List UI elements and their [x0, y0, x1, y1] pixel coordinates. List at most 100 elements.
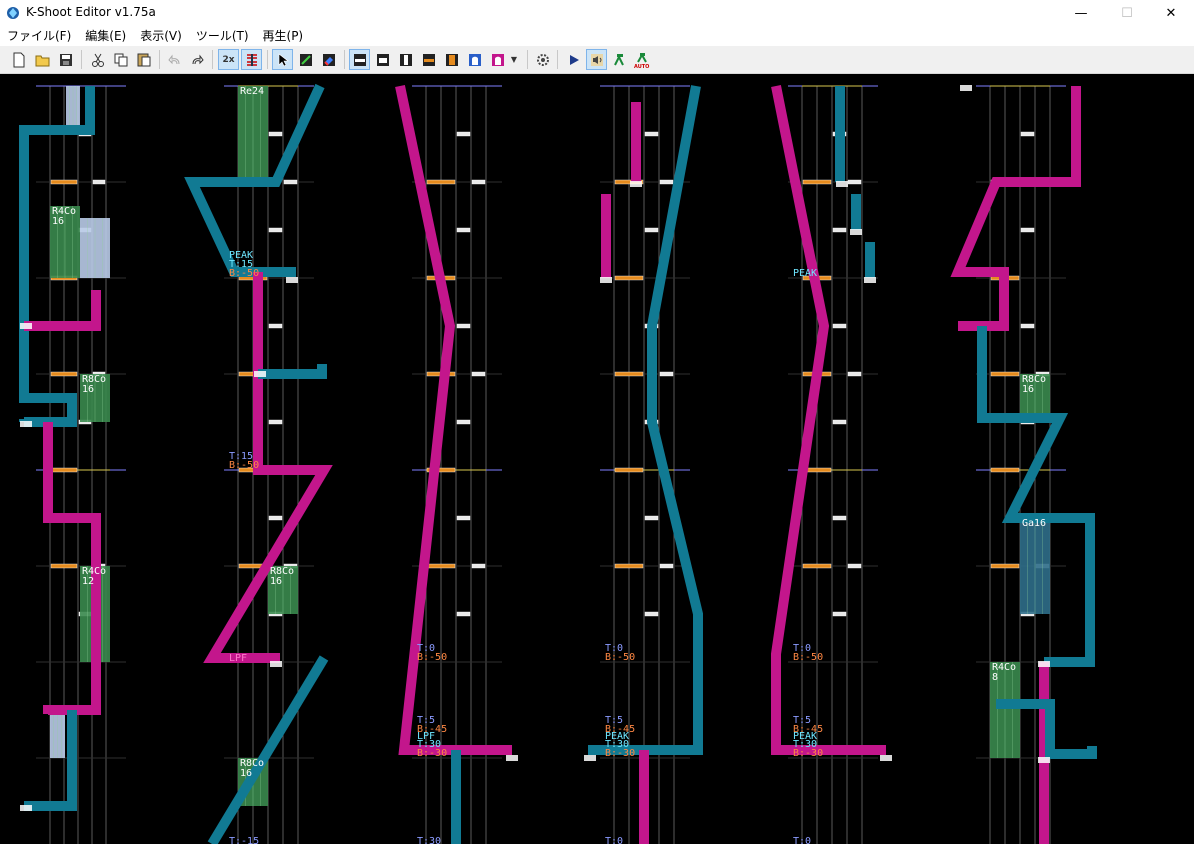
editor-label-line: 16 — [82, 384, 94, 395]
bt-chip — [832, 515, 847, 521]
editor-label-line: Re24 — [240, 86, 264, 97]
playback-person-icon — [613, 53, 624, 65]
menu-file[interactable]: ファイル(F) — [0, 27, 78, 46]
bt-chip — [832, 227, 847, 233]
minimize-button[interactable]: — — [1058, 0, 1104, 27]
title-bar: K-Shoot Editor v1.75a — ☐ ✕ — [0, 0, 1194, 27]
sound-toggle-button[interactable] — [586, 49, 607, 70]
chart-svg[interactable]: R4Co 16R8Co 16R4Co 12Re24PEAKT:15B:-50T:15B… — [0, 74, 1194, 844]
eraser-tool-button[interactable] — [318, 49, 339, 70]
fx-chip — [50, 371, 78, 377]
editor-label-line: 8 — [992, 672, 998, 683]
new-file-button[interactable] — [8, 49, 29, 70]
bt-chip — [659, 371, 674, 377]
menu-bar: ファイル(F) 編集(E) 表示(V) ツール(T) 再生(P) — [0, 27, 1194, 46]
bt-chip — [847, 371, 862, 377]
bt-chip — [456, 515, 471, 521]
undo-icon — [167, 54, 179, 64]
select-tool-button[interactable] — [272, 49, 293, 70]
toolbar-separator — [527, 50, 528, 69]
editor-label-line: PEAK — [793, 268, 817, 279]
playback-mode-button[interactable] — [609, 49, 630, 70]
undo-button[interactable] — [164, 49, 185, 70]
bt-chip — [456, 227, 471, 233]
beat-snap-icon — [246, 53, 257, 66]
save-button[interactable] — [55, 49, 76, 70]
bt-chip — [268, 131, 283, 137]
bt-chip — [471, 371, 486, 377]
laser-end-marker — [506, 755, 518, 761]
laser-end-marker — [584, 755, 596, 761]
menu-tools[interactable]: ツール(T) — [189, 27, 256, 46]
bt-chip — [456, 131, 471, 137]
zoom-2x-label: 2x — [222, 54, 235, 65]
beat-snap-button[interactable] — [241, 49, 262, 70]
redo-button[interactable] — [186, 49, 207, 70]
laser-end-marker — [630, 181, 642, 187]
copy-button[interactable] — [110, 49, 131, 70]
editor-label-line: B:-30 — [793, 748, 823, 759]
toolbar-separator — [344, 50, 345, 69]
laser-dropdown-button[interactable]: ▼ — [507, 49, 521, 70]
zoom-2x-button[interactable]: 2x — [218, 49, 239, 70]
editor-label-line: T:0 — [793, 836, 811, 844]
cut-button[interactable] — [87, 49, 108, 70]
chip-fx-button[interactable] — [418, 49, 439, 70]
long-bt-button[interactable] — [372, 49, 393, 70]
pen-tool-button[interactable] — [295, 49, 316, 70]
laser-left-button[interactable] — [464, 49, 485, 70]
laser-end-marker — [20, 421, 32, 427]
bt-chip-icon — [353, 53, 366, 66]
auto-play-button[interactable]: AUTO — [632, 49, 653, 70]
chart-editor-canvas[interactable]: R4Co 16 R8Co 16 R4Co 12 Re24 PEAK T:15 B:-50 T:15 B… — [0, 74, 1194, 844]
laser-end-marker — [836, 181, 848, 187]
fx-chip — [426, 179, 456, 185]
fx-chip — [50, 563, 78, 569]
chip-bt-button[interactable] — [349, 49, 370, 70]
minimize-icon: — — [1074, 6, 1088, 21]
editor-label: B:-30 — [793, 748, 823, 759]
toolbar-separator — [212, 50, 213, 69]
editor-label-line: 16 — [270, 576, 282, 587]
bt-chip — [268, 419, 283, 425]
menu-edit[interactable]: 編集(E) — [78, 27, 133, 46]
menu-view[interactable]: 表示(V) — [133, 27, 189, 46]
fx-chip-icon — [422, 53, 435, 66]
new-file-icon — [13, 52, 24, 67]
bt-chip — [1020, 323, 1035, 329]
long-fx-button[interactable] — [441, 49, 462, 70]
play-button[interactable] — [563, 49, 584, 70]
laser-right-button[interactable] — [487, 49, 508, 70]
laser-end-marker — [270, 661, 282, 667]
editor-label-line: LPF — [229, 653, 247, 664]
paste-icon — [137, 53, 150, 67]
bt-chip — [832, 419, 847, 425]
editor-label-line: 16 — [240, 768, 252, 779]
bt-long-icon — [376, 53, 389, 66]
close-button[interactable]: ✕ — [1148, 0, 1194, 27]
editor-label: LPF — [229, 653, 247, 664]
bt-chip — [847, 179, 862, 185]
open-file-button[interactable] — [32, 49, 53, 70]
bt-chip — [268, 515, 283, 521]
fx-chip — [614, 467, 644, 473]
laser-end-marker — [864, 277, 876, 283]
laser-end-marker — [1038, 757, 1050, 763]
editor-label: PEAK — [793, 268, 817, 279]
editor-label-line: T:-15 — [229, 836, 259, 844]
bt-chip — [644, 515, 659, 521]
paste-button[interactable] — [133, 49, 154, 70]
auto-label: AUTO — [634, 64, 650, 70]
laser-end-marker — [850, 229, 862, 235]
toolbar: 2x ▼ AUTO — [0, 46, 1194, 74]
laser-end-marker — [254, 371, 266, 377]
maximize-button[interactable]: ☐ — [1104, 0, 1150, 27]
settings-button[interactable] — [532, 49, 553, 70]
fx-chip — [990, 563, 1020, 569]
editor-label-line: T:0 — [605, 836, 623, 844]
laser-right-path — [24, 290, 101, 331]
bt-chip — [456, 611, 471, 617]
editor-label-line: 16 — [52, 216, 64, 227]
menu-play[interactable]: 再生(P) — [256, 27, 311, 46]
long-bt-vertical-button[interactable] — [395, 49, 416, 70]
